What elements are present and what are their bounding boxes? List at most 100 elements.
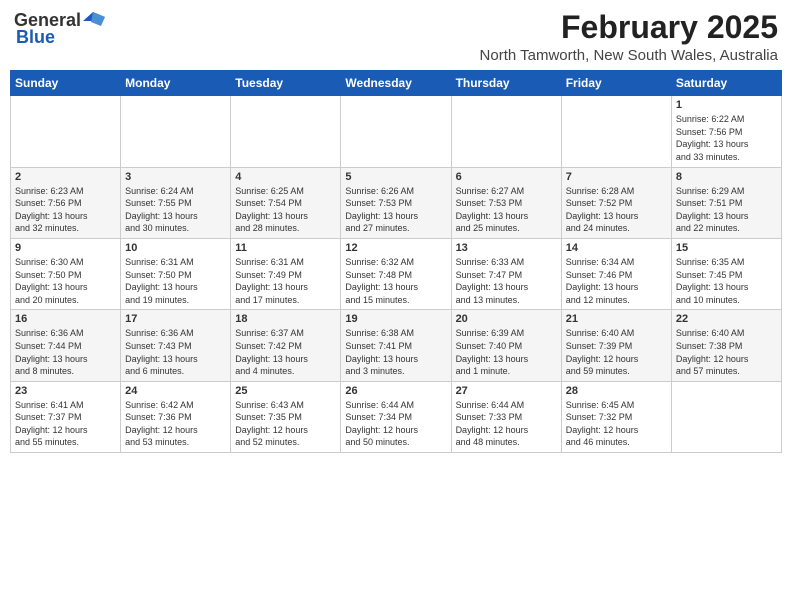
calendar-cell [561,96,671,167]
calendar-cell: 27 Sunrise: 6:44 AM Sunset: 7:33 PM Dayli… [451,381,561,452]
calendar-cell: 8 Sunrise: 6:29 AM Sunset: 7:51 PM Daylig… [671,167,781,238]
calendar-header-row: SundayMondayTuesdayWednesdayThursdayFrid… [11,71,782,96]
day-number: 17 [125,313,226,325]
location-title: North Tamworth, New South Wales, Austral… [480,47,778,64]
day-info: Sunrise: 6:41 AM Sunset: 7:37 PM Dayligh… [15,399,116,449]
day-info: Sunrise: 6:38 AM Sunset: 7:41 PM Dayligh… [345,327,446,377]
calendar-cell: 12 Sunrise: 6:32 AM Sunset: 7:48 PM Dayli… [341,238,451,309]
calendar-cell: 6 Sunrise: 6:27 AM Sunset: 7:53 PM Daylig… [451,167,561,238]
day-info: Sunrise: 6:40 AM Sunset: 7:38 PM Dayligh… [676,327,777,377]
weekday-header: Thursday [451,71,561,96]
day-info: Sunrise: 6:22 AM Sunset: 7:56 PM Dayligh… [676,113,777,163]
calendar-cell [671,381,781,452]
weekday-header: Wednesday [341,71,451,96]
day-number: 8 [676,171,777,183]
day-info: Sunrise: 6:24 AM Sunset: 7:55 PM Dayligh… [125,185,226,235]
calendar-cell [121,96,231,167]
day-number: 15 [676,242,777,254]
calendar-cell: 13 Sunrise: 6:33 AM Sunset: 7:47 PM Dayli… [451,238,561,309]
day-info: Sunrise: 6:45 AM Sunset: 7:32 PM Dayligh… [566,399,667,449]
weekday-header: Friday [561,71,671,96]
day-number: 10 [125,242,226,254]
day-info: Sunrise: 6:32 AM Sunset: 7:48 PM Dayligh… [345,256,446,306]
calendar-cell: 2 Sunrise: 6:23 AM Sunset: 7:56 PM Daylig… [11,167,121,238]
day-info: Sunrise: 6:36 AM Sunset: 7:44 PM Dayligh… [15,327,116,377]
calendar-cell: 21 Sunrise: 6:40 AM Sunset: 7:39 PM Dayli… [561,310,671,381]
calendar-cell: 3 Sunrise: 6:24 AM Sunset: 7:55 PM Daylig… [121,167,231,238]
weekday-header: Sunday [11,71,121,96]
calendar-week-row: 9 Sunrise: 6:30 AM Sunset: 7:50 PM Daylig… [11,238,782,309]
day-number: 13 [456,242,557,254]
calendar-cell: 4 Sunrise: 6:25 AM Sunset: 7:54 PM Daylig… [231,167,341,238]
calendar-cell: 25Sunrise: 6:43 AM Sunset: 7:35 PM Dayli… [231,381,341,452]
calendar-week-row: 16 Sunrise: 6:36 AM Sunset: 7:44 PM Dayli… [11,310,782,381]
day-info: Sunrise: 6:43 AM Sunset: 7:35 PM Dayligh… [235,399,336,449]
day-info: Sunrise: 6:35 AM Sunset: 7:45 PM Dayligh… [676,256,777,306]
day-info: Sunrise: 6:31 AM Sunset: 7:50 PM Dayligh… [125,256,226,306]
calendar-week-row: 1 Sunrise: 6:22 AM Sunset: 7:56 PM Daylig… [11,96,782,167]
calendar-cell: 23 Sunrise: 6:41 AM Sunset: 7:37 PM Dayli… [11,381,121,452]
calendar-cell: 9 Sunrise: 6:30 AM Sunset: 7:50 PM Daylig… [11,238,121,309]
weekday-header: Tuesday [231,71,341,96]
day-info: Sunrise: 6:40 AM Sunset: 7:39 PM Dayligh… [566,327,667,377]
day-number: 5 [345,171,446,183]
day-number: 16 [15,313,116,325]
day-info: Sunrise: 6:42 AM Sunset: 7:36 PM Dayligh… [125,399,226,449]
day-number: 24 [125,385,226,397]
calendar-cell: 11 Sunrise: 6:31 AM Sunset: 7:49 PM Dayli… [231,238,341,309]
calendar-cell: 15 Sunrise: 6:35 AM Sunset: 7:45 PM Dayli… [671,238,781,309]
day-info: Sunrise: 6:26 AM Sunset: 7:53 PM Dayligh… [345,185,446,235]
day-number: 28 [566,385,667,397]
calendar-cell [341,96,451,167]
day-number: 4 [235,171,336,183]
day-info: Sunrise: 6:28 AM Sunset: 7:52 PM Dayligh… [566,185,667,235]
day-info: Sunrise: 6:39 AM Sunset: 7:40 PM Dayligh… [456,327,557,377]
day-number: 6 [456,171,557,183]
calendar-cell: 10 Sunrise: 6:31 AM Sunset: 7:50 PM Dayli… [121,238,231,309]
day-info: Sunrise: 6:29 AM Sunset: 7:51 PM Dayligh… [676,185,777,235]
day-number: 9 [15,242,116,254]
calendar-cell [231,96,341,167]
calendar-table: SundayMondayTuesdayWednesdayThursdayFrid… [10,70,782,453]
day-number: 12 [345,242,446,254]
day-info: Sunrise: 6:30 AM Sunset: 7:50 PM Dayligh… [15,256,116,306]
day-info: Sunrise: 6:37 AM Sunset: 7:42 PM Dayligh… [235,327,336,377]
day-info: Sunrise: 6:36 AM Sunset: 7:43 PM Dayligh… [125,327,226,377]
day-number: 22 [676,313,777,325]
calendar-cell: 17 Sunrise: 6:36 AM Sunset: 7:43 PM Dayli… [121,310,231,381]
calendar-cell: 22 Sunrise: 6:40 AM Sunset: 7:38 PM Dayli… [671,310,781,381]
day-info: Sunrise: 6:27 AM Sunset: 7:53 PM Dayligh… [456,185,557,235]
day-info: Sunrise: 6:31 AM Sunset: 7:49 PM Dayligh… [235,256,336,306]
day-number: 14 [566,242,667,254]
day-info: Sunrise: 6:34 AM Sunset: 7:46 PM Dayligh… [566,256,667,306]
day-number: 19 [345,313,446,325]
calendar-cell: 16 Sunrise: 6:36 AM Sunset: 7:44 PM Dayli… [11,310,121,381]
day-info: Sunrise: 6:44 AM Sunset: 7:34 PM Dayligh… [345,399,446,449]
day-number: 21 [566,313,667,325]
day-number: 11 [235,242,336,254]
calendar-week-row: 2 Sunrise: 6:23 AM Sunset: 7:56 PM Daylig… [11,167,782,238]
day-number: 20 [456,313,557,325]
day-number: 3 [125,171,226,183]
day-info: Sunrise: 6:25 AM Sunset: 7:54 PM Dayligh… [235,185,336,235]
day-number: 7 [566,171,667,183]
page-header: General Blue February 2025 North Tamwort… [10,10,782,64]
day-number: 26 [345,385,446,397]
calendar-cell: 20 Sunrise: 6:39 AM Sunset: 7:40 PM Dayli… [451,310,561,381]
day-info: Sunrise: 6:44 AM Sunset: 7:33 PM Dayligh… [456,399,557,449]
day-number: 23 [15,385,116,397]
logo-bird-icon [83,12,105,30]
calendar-cell: 28 Sunrise: 6:45 AM Sunset: 7:32 PM Dayli… [561,381,671,452]
month-title: February 2025 [480,10,778,45]
day-info: Sunrise: 6:33 AM Sunset: 7:47 PM Dayligh… [456,256,557,306]
day-number: 2 [15,171,116,183]
day-info: Sunrise: 6:23 AM Sunset: 7:56 PM Dayligh… [15,185,116,235]
calendar-cell: 26 Sunrise: 6:44 AM Sunset: 7:34 PM Dayli… [341,381,451,452]
logo-blue-text: Blue [16,27,55,48]
calendar-cell [451,96,561,167]
calendar-week-row: 23 Sunrise: 6:41 AM Sunset: 7:37 PM Dayli… [11,381,782,452]
day-number: 27 [456,385,557,397]
day-number: 1 [676,99,777,111]
day-number: 18 [235,313,336,325]
calendar-cell: 5 Sunrise: 6:26 AM Sunset: 7:53 PM Daylig… [341,167,451,238]
